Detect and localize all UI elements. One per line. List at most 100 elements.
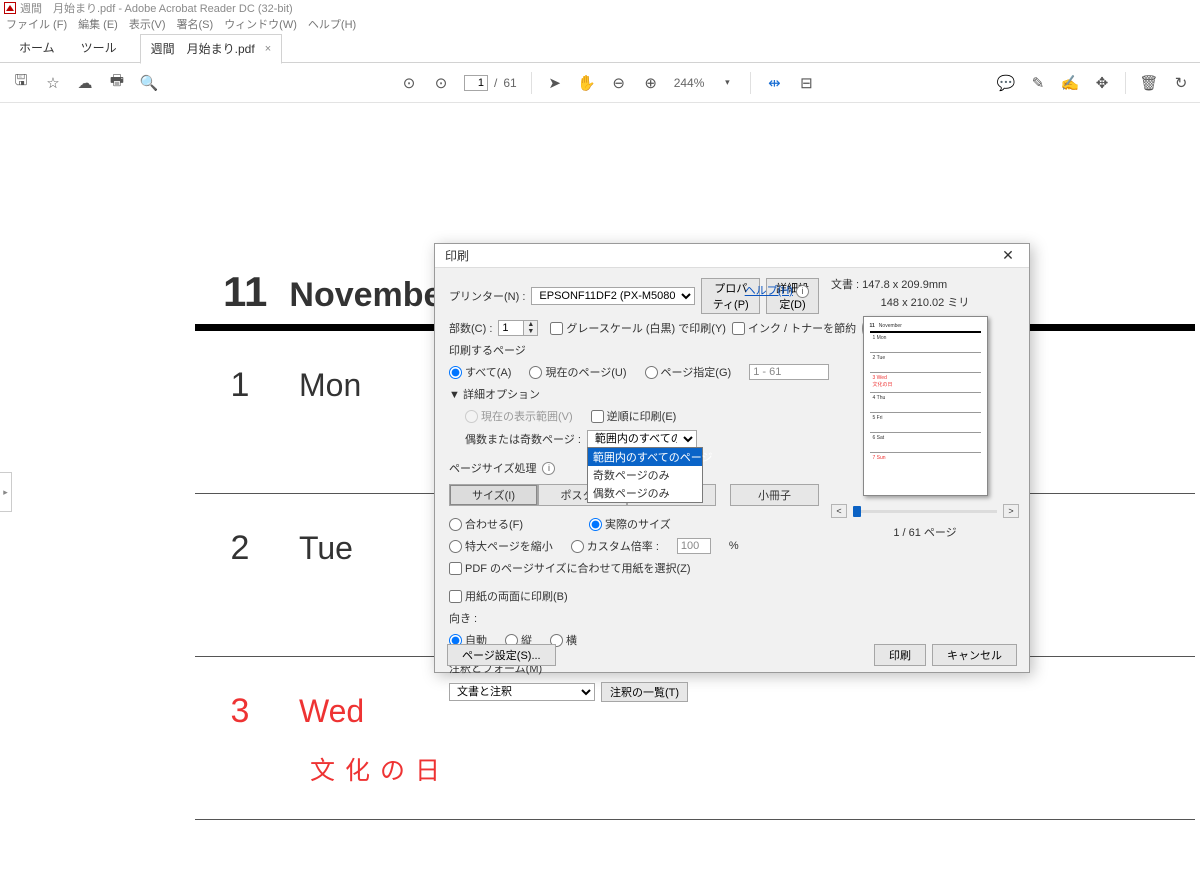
choose-paper-checkbox[interactable]: PDF のページサイズに合わせて用紙を選択(Z) [449,560,819,576]
save-icon[interactable]: 🖫 [12,74,30,92]
print-dialog: 印刷 ✕ プリンター(N) : EPSONF11DF2 (PX-M5080F S… [434,243,1030,673]
preview-next-button[interactable]: > [1003,504,1019,518]
arrow-cursor-icon[interactable]: ➤ [546,74,564,92]
rb-custom[interactable]: カスタム倍率 : [571,538,659,554]
delete-icon[interactable]: 🗑 [1140,74,1158,92]
calendar-month-name: November [289,276,455,315]
help-icon[interactable]: i [796,285,809,298]
star-icon[interactable]: ☆ [44,74,62,92]
page-range-input[interactable] [749,364,829,380]
comments-select[interactable]: 文書と注釈 [449,683,595,701]
preview-slider[interactable] [853,510,997,513]
toolbar-separator [531,72,532,94]
page-setup-button[interactable]: ページ設定(S)... [447,644,556,666]
oddeven-select[interactable]: 範囲内のすべてのページ [587,430,697,448]
rb-current-view[interactable]: 現在の表示範囲(V) [465,408,573,424]
calendar-day-name: Tue [299,530,353,567]
menu-view[interactable]: 表示(V) [129,16,166,32]
preview-dimensions: 148 x 210.02 ミリ [831,294,1019,310]
calendar-day-number: 3 [215,692,265,731]
zoom-in-icon[interactable]: ⊕ [642,74,660,92]
window-title: 週間 月始まり.pdf - Adobe Acrobat Reader DC (3… [20,0,293,16]
document-dimensions: 文書 : 147.8 x 209.9mm [831,276,1019,292]
comments-list-button[interactable]: 注釈の一覧(T) [601,682,688,702]
oddeven-dropdown-popup: 範囲内のすべてのページ 奇数ページのみ 偶数ページのみ [587,447,703,503]
comment-icon[interactable]: 💬 [997,74,1015,92]
tab-document[interactable]: 週間 月始まり.pdf × [140,34,282,64]
search-icon[interactable]: 🔍 [140,74,158,92]
spinner-up-icon[interactable]: ▲ [524,321,537,328]
tab-tools[interactable]: ツール [68,33,130,62]
rb-shrink[interactable]: 特大ページを縮小 [449,538,553,554]
oddeven-option[interactable]: 奇数ページのみ [588,466,702,484]
tab-document-label: 週間 月始まり.pdf [151,40,255,57]
page-up-icon[interactable]: ⊙ [400,74,418,92]
sign-icon[interactable]: ✍ [1061,74,1079,92]
acrobat-logo-icon [4,2,16,14]
fit-page-icon[interactable]: ⊟ [797,74,815,92]
preview-page-label: 1 / 61 ページ [831,524,1019,540]
copies-input[interactable] [498,320,524,336]
spinner-down-icon[interactable]: ▼ [524,328,537,335]
menu-file[interactable]: ファイル (F) [6,16,67,32]
highlight-icon[interactable]: ✎ [1029,74,1047,92]
rb-current[interactable]: 現在のページ(U) [529,364,626,380]
rb-fit[interactable]: 合わせる(F) [449,516,523,532]
info-icon[interactable]: i [542,462,555,475]
cloud-icon[interactable]: ☁ [76,74,94,92]
calendar-day-name: Wed [299,693,364,730]
print-icon[interactable]: 🖶 [108,74,126,92]
size-section-title: ページサイズ処理 [449,460,536,476]
print-button[interactable]: 印刷 [874,644,926,666]
preview-prev-button[interactable]: < [831,504,847,518]
side-panel-toggle[interactable]: ▸ [0,472,12,512]
tab-home[interactable]: ホーム [6,33,68,62]
sizetab-booklet[interactable]: 小冊子 [730,484,819,506]
calendar-holiday-label: 文化の日 [215,751,465,787]
calendar-day-number: 2 [215,529,265,568]
pages-section-title: 印刷するページ [449,342,819,358]
oddeven-option[interactable]: 範囲内のすべてのページ [588,448,702,466]
zoom-out-icon[interactable]: ⊖ [610,74,628,92]
reverse-checkbox[interactable]: 逆順に印刷(E) [591,408,677,424]
toolbar-separator [1125,72,1126,94]
calendar-month-number: 11 [223,268,267,316]
sizetab-size[interactable]: サイズ(I) [449,484,538,506]
printer-select[interactable]: EPSONF11DF2 (PX-M5080F Series) [531,287,695,305]
cancel-button[interactable]: キャンセル [932,644,1017,666]
tab-close-icon[interactable]: × [265,43,271,55]
duplex-checkbox[interactable]: 用紙の両面に印刷(B) [449,588,819,604]
print-dialog-title: 印刷 [445,247,469,264]
stamp-icon[interactable]: ✥ [1093,74,1111,92]
fit-width-icon[interactable]: ⇹ [765,74,783,92]
rotate-icon[interactable]: ↻ [1172,74,1190,92]
page-sep: / [494,76,497,90]
rb-range[interactable]: ページ指定(G) [645,364,732,380]
calendar-day-name: Mon [299,367,361,404]
toolbar-separator [750,72,751,94]
page-number-input[interactable] [464,75,488,91]
copies-label: 部数(C) : [449,320,492,336]
orientation-label: 向き : [449,610,819,626]
chevron-down-icon[interactable]: ▾ [718,74,736,92]
rb-actual[interactable]: 実際のサイズ [589,516,671,532]
custom-scale-input[interactable] [677,538,711,554]
more-options-toggle[interactable]: ▼ 詳細オプション [449,386,819,402]
page-down-icon[interactable]: ⊙ [432,74,450,92]
menu-edit[interactable]: 編集 (E) [78,16,118,32]
zoom-value[interactable]: 244% [674,76,705,90]
copies-spinner[interactable]: ▲▼ [498,320,538,336]
grayscale-checkbox[interactable]: グレースケール (白黒) で印刷(Y) [550,320,726,336]
menu-sign[interactable]: 署名(S) [177,16,214,32]
oddeven-option[interactable]: 偶数ページのみ [588,484,702,502]
help-link[interactable]: ヘルプ(H) [745,285,793,297]
oddeven-label: 偶数または奇数ページ : [465,431,581,447]
hand-icon[interactable]: ✋ [578,74,596,92]
page-total: 61 [503,76,516,90]
preview-slider-thumb[interactable] [853,506,861,517]
menu-window[interactable]: ウィンドウ(W) [224,16,297,32]
print-preview: 11November 1 Mon 2 Tue 3 Wed文化の日 4 Thu 5… [863,316,988,496]
menu-help[interactable]: ヘルプ(H) [308,16,356,32]
rb-all[interactable]: すべて(A) [449,364,511,380]
close-icon[interactable]: ✕ [993,247,1023,264]
